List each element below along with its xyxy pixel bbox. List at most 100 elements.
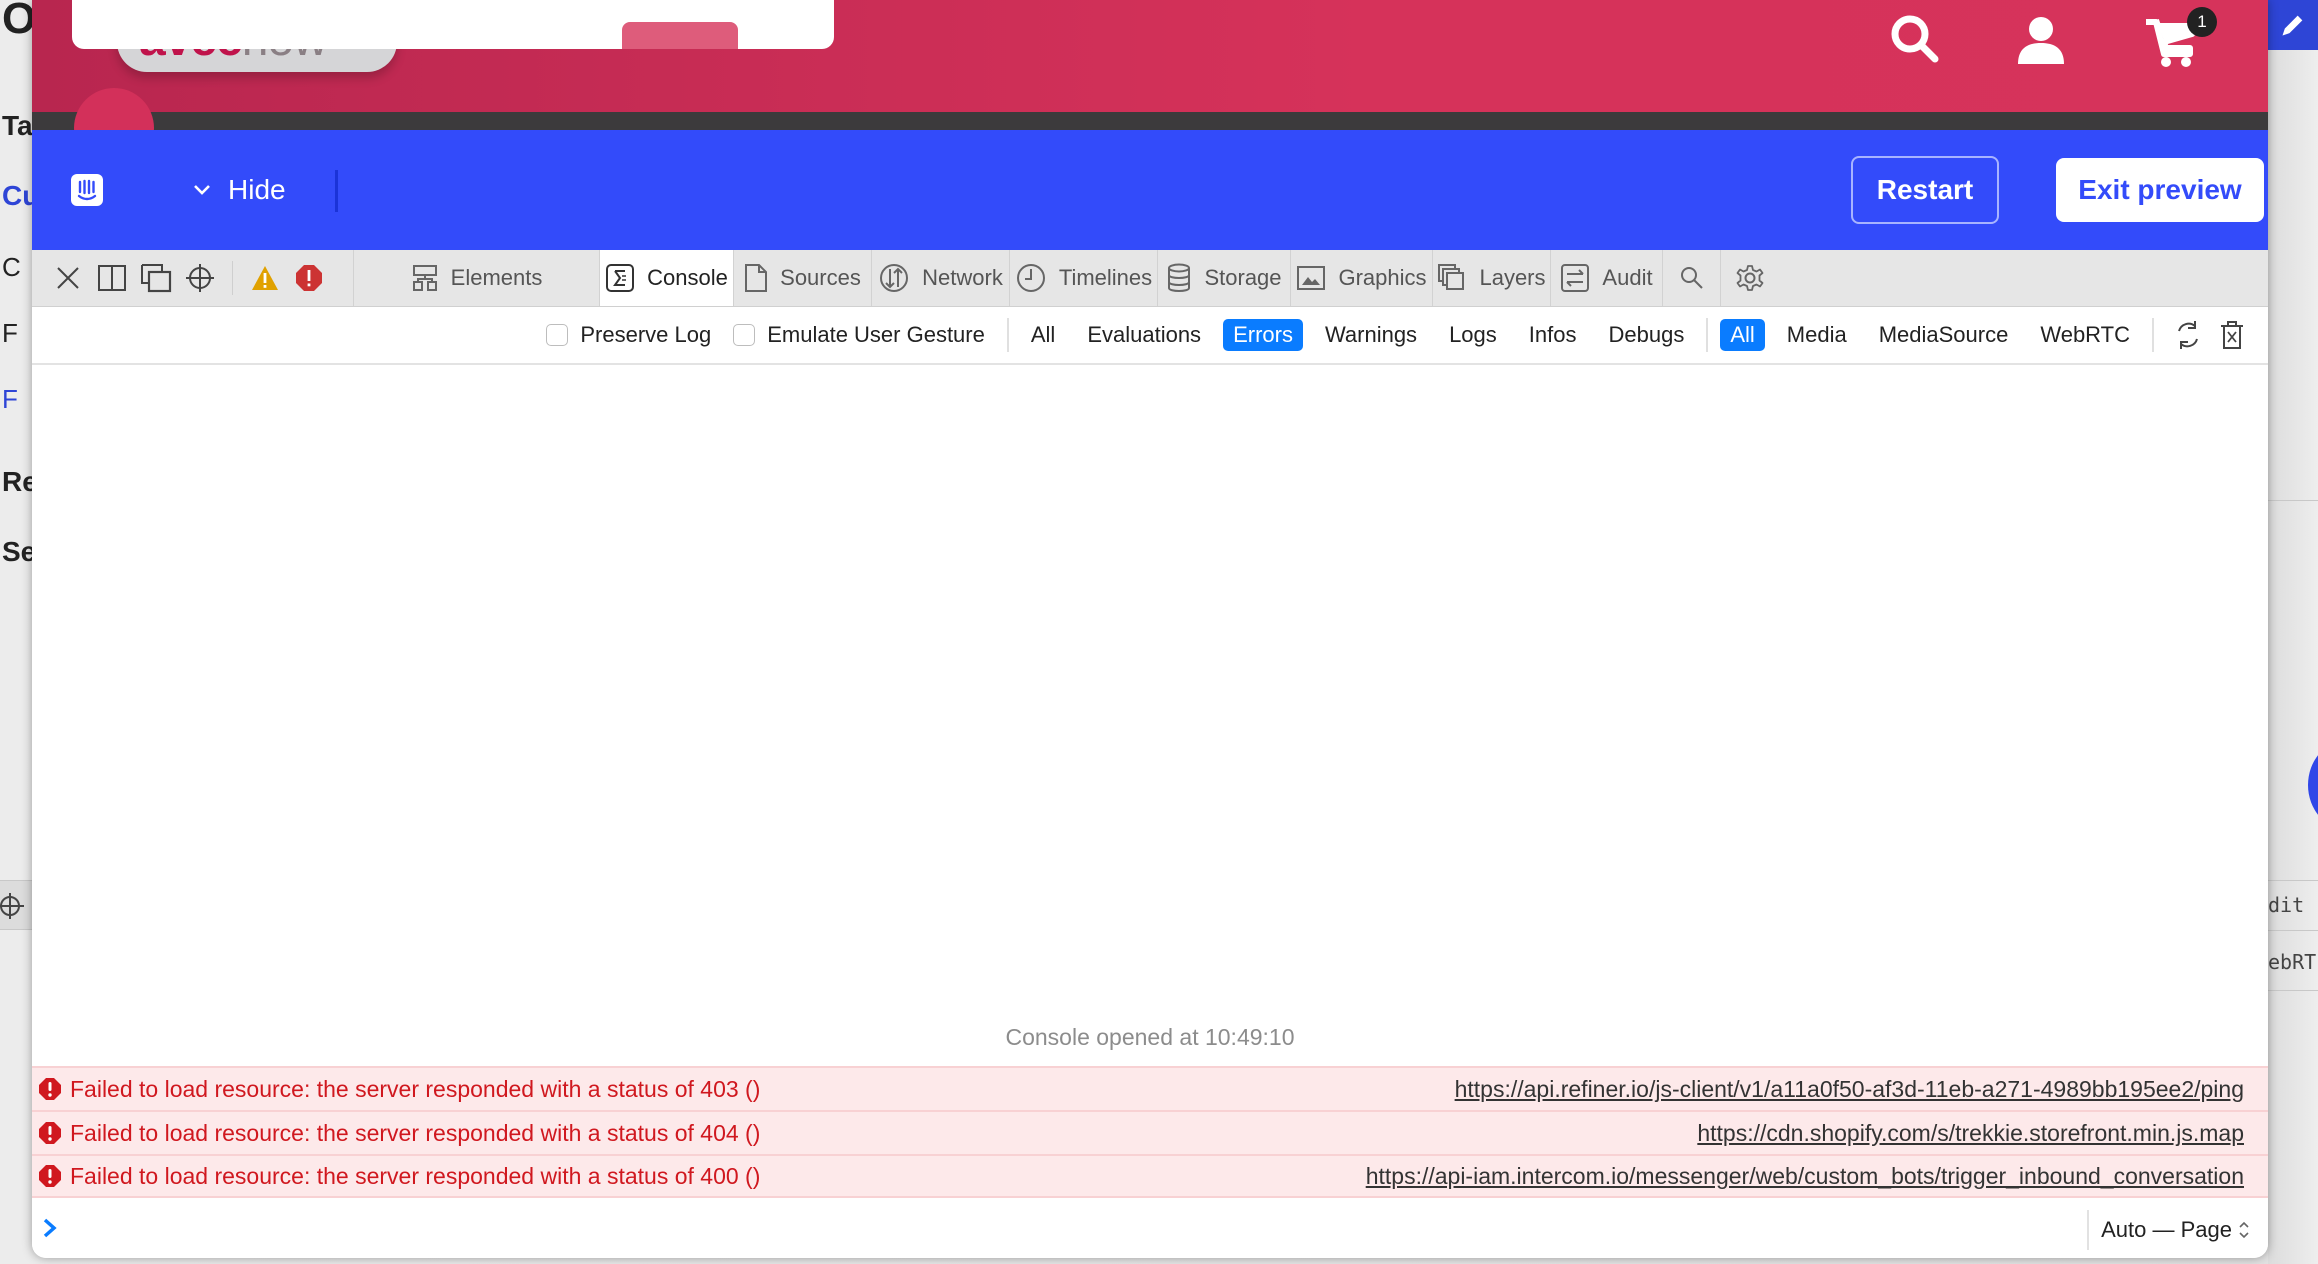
error-source-link[interactable]: https://api-iam.intercom.io/messenger/we… xyxy=(1366,1163,2244,1190)
filter-source-webrtc[interactable]: WebRTC xyxy=(2030,319,2140,351)
tab-label: Layers xyxy=(1479,265,1546,290)
tab-graphics[interactable]: Graphics xyxy=(1291,250,1433,306)
devtools-window-controls xyxy=(32,250,354,306)
warning-icon[interactable] xyxy=(243,256,287,300)
checkbox-box[interactable] xyxy=(733,324,756,346)
bg-text: F xyxy=(2,384,18,414)
tab-timelines[interactable]: Timelines xyxy=(1010,250,1158,306)
clear-console-button[interactable] xyxy=(2210,313,2254,357)
filter-level-warnings[interactable]: Warnings xyxy=(1315,319,1427,351)
intercom-logo-icon xyxy=(71,174,103,206)
tab-storage[interactable]: Storage xyxy=(1158,250,1291,306)
error-icon xyxy=(39,1165,61,1187)
bg-text: dit xyxy=(2268,893,2305,917)
reload-button[interactable] xyxy=(2166,313,2210,357)
filter-source-mediasource[interactable]: MediaSource xyxy=(1869,319,2019,351)
error-icon[interactable] xyxy=(287,256,331,300)
bg-divider xyxy=(2268,880,2318,881)
settings-button[interactable] xyxy=(1721,250,1779,306)
bg-text: Cu xyxy=(2,180,32,211)
preserve-log-checkbox[interactable]: Preserve Log xyxy=(546,322,711,348)
tab-sources[interactable]: Sources xyxy=(734,250,872,306)
console-error-row[interactable]: Failed to load resource: the server resp… xyxy=(32,1066,2268,1110)
bg-divider xyxy=(2268,990,2318,991)
cart-count-badge: 1 xyxy=(2187,7,2217,37)
bg-text: Ta xyxy=(2,110,32,141)
dock-side-icon[interactable] xyxy=(90,256,134,300)
layers-icon xyxy=(1437,263,1467,293)
tab-label: Graphics xyxy=(1338,265,1427,290)
console-prompt-icon[interactable] xyxy=(42,1214,58,1246)
tab-label: Network xyxy=(922,265,1003,290)
inspect-crosshair-icon[interactable] xyxy=(178,256,222,300)
filter-level-all[interactable]: All xyxy=(1021,319,1065,351)
console-opened-message: Console opened at 10:49:10 xyxy=(1005,1024,1295,1050)
error-message: Failed to load resource: the server resp… xyxy=(70,1075,761,1102)
execution-context-value: Auto — Page xyxy=(2101,1217,2232,1242)
trash-icon xyxy=(2221,321,2243,349)
tab-label: Storage xyxy=(1204,265,1282,290)
execution-context-select[interactable]: Auto — Page xyxy=(2087,1210,2250,1250)
close-icon[interactable] xyxy=(46,256,90,300)
filter-level-errors[interactable]: Errors xyxy=(1223,319,1303,351)
emulate-user-gesture-checkbox[interactable]: Emulate User Gesture xyxy=(733,322,985,348)
console-icon xyxy=(605,263,635,293)
bg-blue-launcher xyxy=(2308,740,2318,830)
filter-level-debugs[interactable]: Debugs xyxy=(1598,319,1694,351)
tab-audit[interactable]: Audit xyxy=(1551,250,1663,306)
divider xyxy=(335,170,338,212)
restart-button[interactable]: Restart xyxy=(1851,156,1999,224)
filter-source-media[interactable]: Media xyxy=(1777,319,1857,351)
preview-bar: Hide Restart Exit preview xyxy=(32,130,2268,250)
edit-pen-icon xyxy=(2268,0,2318,50)
popup-overlay xyxy=(72,0,834,49)
tab-label: Sources xyxy=(780,265,861,290)
bg-text: O xyxy=(2,0,32,43)
user-icon[interactable] xyxy=(2014,12,2068,71)
console-error-row[interactable]: Failed to load resource: the server resp… xyxy=(32,1154,2268,1198)
bg-divider xyxy=(2268,500,2318,501)
filter-source-all[interactable]: All xyxy=(1720,319,1765,351)
crosshair-icon xyxy=(0,893,24,919)
graphics-icon xyxy=(1296,265,1326,291)
tab-label: Audit xyxy=(1602,265,1653,290)
search-icon[interactable] xyxy=(1888,12,1942,71)
filter-separator xyxy=(1706,318,1709,352)
error-source-link[interactable]: https://cdn.shopify.com/s/trekkie.storef… xyxy=(1697,1120,2244,1147)
bg-text: C xyxy=(2,252,21,282)
tab-console[interactable]: Console xyxy=(600,250,734,306)
gear-icon xyxy=(1736,265,1764,291)
filter-level-infos[interactable]: Infos xyxy=(1519,319,1587,351)
error-message: Failed to load resource: the server resp… xyxy=(70,1119,761,1146)
inspector-window: avecnow 1 Hide Restart Exit preview xyxy=(32,0,2268,1258)
search-tab-button[interactable] xyxy=(1663,250,1721,306)
bg-text: Se xyxy=(2,536,32,567)
console-filter-bar: Preserve Log Emulate User Gesture All Ev… xyxy=(32,307,2268,365)
tab-label: Console xyxy=(647,265,728,290)
site-nav-strip xyxy=(32,112,2268,130)
popup-button[interactable] xyxy=(622,22,738,49)
hide-toggle[interactable]: Hide xyxy=(192,168,286,212)
site-header: avecnow 1 xyxy=(32,0,2268,112)
bg-text: F xyxy=(2,318,18,348)
console-error-row[interactable]: Failed to load resource: the server resp… xyxy=(32,1110,2268,1154)
tab-network[interactable]: Network xyxy=(872,250,1010,306)
error-icon xyxy=(39,1078,61,1100)
hide-label: Hide xyxy=(228,174,286,205)
exit-preview-button[interactable]: Exit preview xyxy=(2056,158,2264,222)
detach-window-icon[interactable] xyxy=(134,256,178,300)
updown-chevron-icon xyxy=(2239,1221,2249,1239)
elements-icon xyxy=(411,264,439,292)
checkbox-box[interactable] xyxy=(546,324,569,346)
console-prompt-row[interactable]: Auto — Page xyxy=(32,1202,2268,1258)
reload-icon xyxy=(2178,321,2198,349)
tab-elements[interactable]: Elements xyxy=(354,250,600,306)
sources-icon xyxy=(744,263,768,293)
error-source-link[interactable]: https://api.refiner.io/js-client/v1/a11a… xyxy=(1455,1076,2244,1103)
network-icon xyxy=(878,262,910,294)
tab-label: Timelines xyxy=(1058,265,1153,290)
tab-layers[interactable]: Layers xyxy=(1433,250,1551,306)
filter-level-evaluations[interactable]: Evaluations xyxy=(1077,319,1211,351)
background-left-edge: O Ta Cu C F F Re Se xyxy=(0,0,32,1264)
filter-level-logs[interactable]: Logs xyxy=(1439,319,1507,351)
